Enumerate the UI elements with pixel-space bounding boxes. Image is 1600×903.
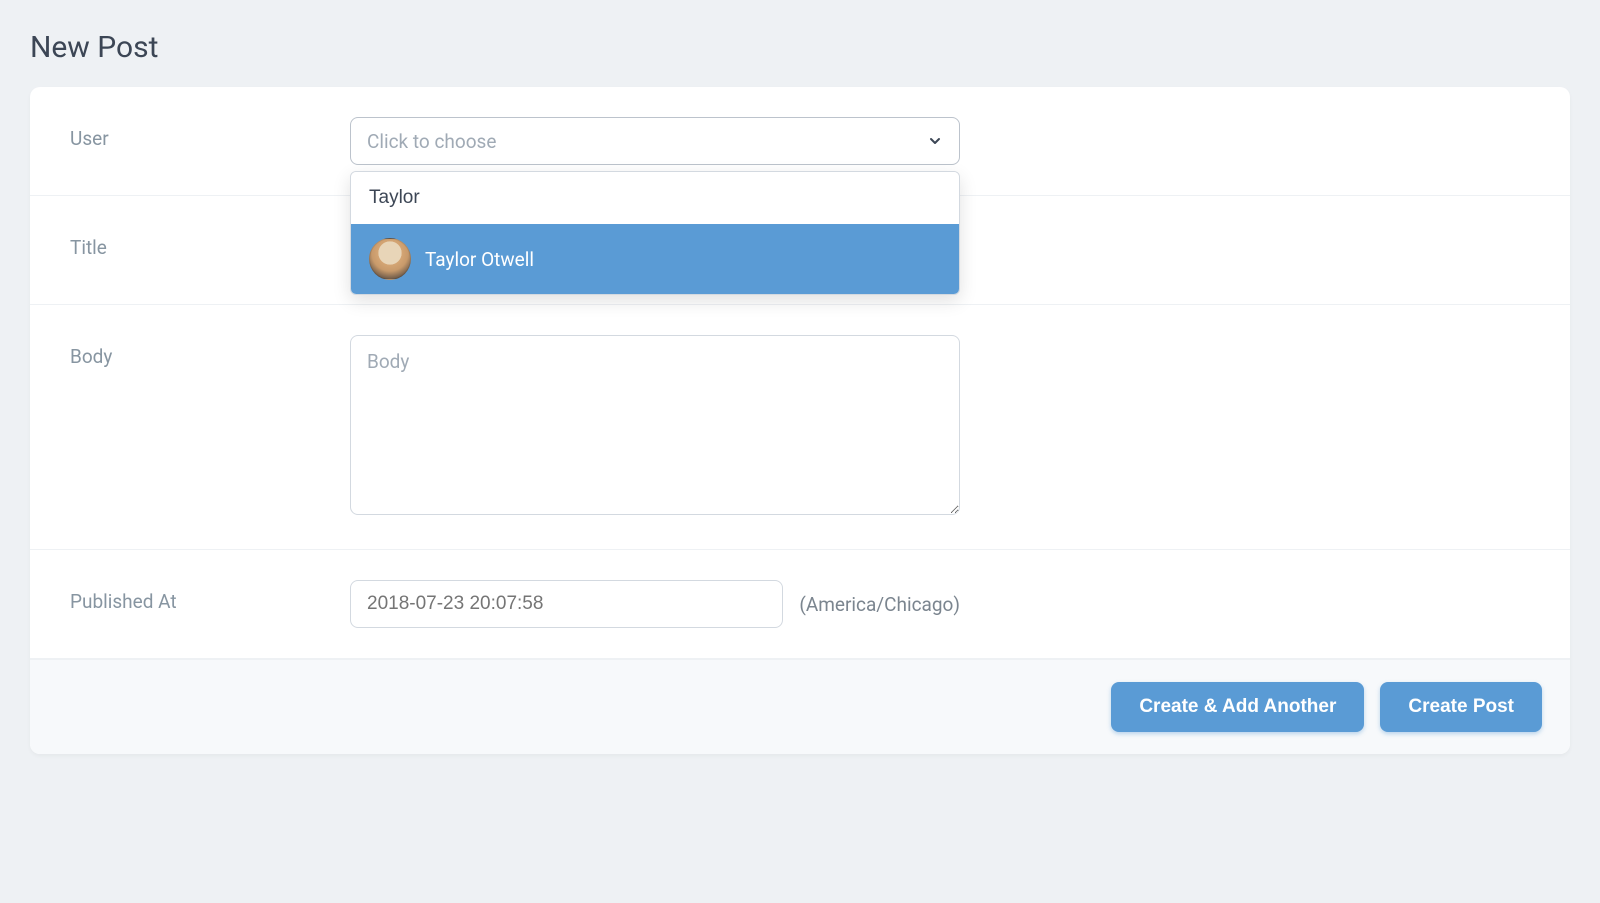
user-search-input[interactable] (351, 172, 959, 224)
user-option[interactable]: Taylor Otwell (351, 224, 959, 294)
published-at-input[interactable] (350, 580, 783, 628)
avatar (369, 238, 411, 280)
user-select-placeholder: Click to choose (367, 130, 496, 153)
user-select[interactable]: Click to choose (350, 117, 960, 165)
published-at-field: (America/Chicago) (350, 580, 960, 628)
timezone-text: (America/Chicago) (799, 593, 960, 616)
create-add-another-button[interactable]: Create & Add Another (1111, 682, 1364, 732)
create-post-button[interactable]: Create Post (1380, 682, 1542, 732)
published-at-label: Published At (70, 580, 350, 613)
user-option-name: Taylor Otwell (425, 248, 534, 271)
form-row-published-at: Published At (America/Chicago) (30, 550, 1570, 659)
chevron-down-icon (927, 133, 943, 149)
title-label: Title (70, 226, 350, 259)
body-field (350, 335, 960, 519)
user-label: User (70, 117, 350, 150)
form-footer: Create & Add Another Create Post (30, 659, 1570, 754)
body-label: Body (70, 335, 350, 368)
body-textarea[interactable] (350, 335, 960, 515)
form-row-user: User Click to choose Taylor Otwell (30, 87, 1570, 196)
page-title: New Post (30, 30, 1570, 65)
form-card: User Click to choose Taylor Otwell Title (30, 87, 1570, 754)
user-dropdown: Taylor Otwell (350, 171, 960, 295)
form-row-body: Body (30, 305, 1570, 550)
user-field: Click to choose Taylor Otwell (350, 117, 960, 165)
